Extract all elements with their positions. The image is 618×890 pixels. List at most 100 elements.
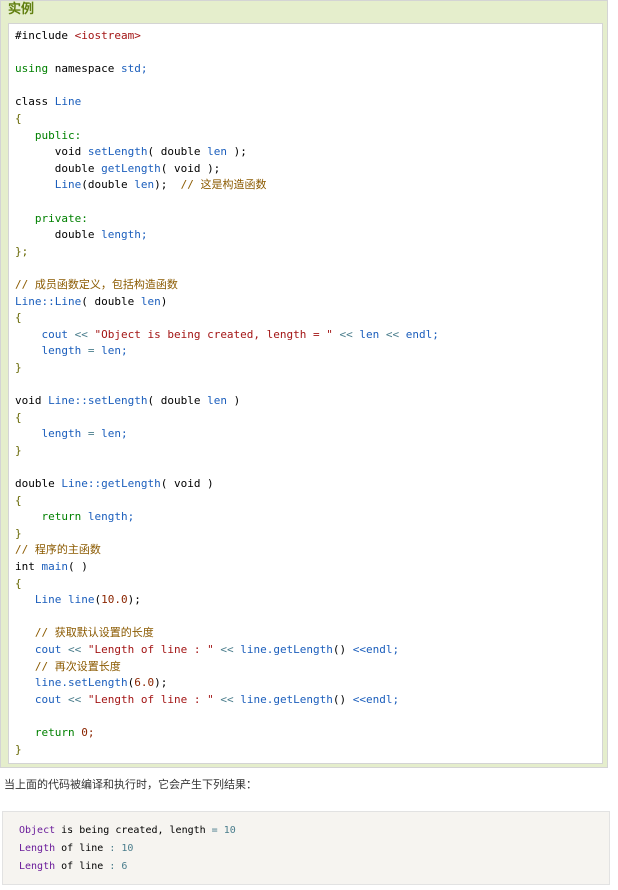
- code-token: line.getLength: [240, 642, 333, 656]
- code-token: endl;: [405, 327, 439, 341]
- code-token: Line::Line: [15, 294, 82, 308]
- code-line: {: [15, 410, 439, 427]
- code-token: );: [154, 676, 168, 690]
- code-token: (): [332, 642, 353, 656]
- code-token: {: [15, 111, 22, 125]
- code-token: main: [41, 560, 69, 573]
- code-token: <<: [213, 692, 241, 706]
- code-token: (double: [81, 178, 135, 192]
- code-token: ( double: [147, 394, 208, 408]
- code-token: );: [226, 145, 247, 159]
- code-token: 10: [121, 843, 134, 854]
- code-line: // 获取默认设置的长度: [15, 625, 439, 642]
- code-line: }: [15, 526, 439, 543]
- code-token: <iostream>: [74, 29, 141, 42]
- code-line: using namespace std;: [15, 61, 439, 78]
- code-token: );: [127, 593, 141, 607]
- code-token: len: [134, 178, 155, 192]
- code-token: Line::setLength: [48, 394, 148, 408]
- code-token: <<: [67, 642, 88, 656]
- code-token: {: [15, 493, 22, 507]
- code-token: line: [67, 593, 95, 607]
- code-token: =: [87, 344, 102, 358]
- code-token: len: [207, 145, 227, 159]
- example-title: 实例: [8, 1, 35, 16]
- code-token: is being created, length: [61, 825, 212, 836]
- code-line: }: [15, 360, 439, 377]
- code-token: };: [15, 244, 29, 258]
- code-token: :: [109, 843, 122, 854]
- code-token: public:: [34, 128, 82, 142]
- code-token: class: [15, 95, 55, 109]
- code-line: private:: [15, 211, 439, 228]
- code-line: length = len;: [15, 343, 439, 360]
- code-line: {: [15, 310, 439, 327]
- code-panel[interactable]: #include <iostream> using namespace std;…: [8, 23, 603, 764]
- code-token: "Length of line : ": [87, 692, 214, 706]
- code-line: #include <iostream>: [15, 28, 439, 45]
- code-line: {: [15, 493, 439, 510]
- output-line: Length of line : 6: [19, 858, 236, 876]
- output-box[interactable]: Object is being created, length = 10 Leng…: [2, 811, 610, 885]
- code-line: class Line: [15, 94, 439, 111]
- code-token: using: [15, 62, 55, 76]
- code-token: ( void ): [160, 477, 214, 491]
- code-token: namespace: [54, 62, 121, 76]
- code-token: ( ): [68, 560, 88, 573]
- code-token: // 获取默认设置的长度: [34, 626, 154, 640]
- code-line: void Line::setLength( double len ): [15, 393, 439, 410]
- code-line: // 程序的主函数: [15, 542, 439, 559]
- code-line: return 0;: [15, 725, 439, 742]
- code-token: 6: [121, 861, 128, 872]
- code-token: Line: [54, 178, 82, 192]
- code-token: len: [359, 327, 386, 341]
- code-token: void: [15, 394, 49, 408]
- code-line: public:: [15, 128, 439, 145]
- output-lines: Object is being created, length = 10 Leng…: [19, 822, 236, 876]
- code-line: line.setLength(6.0);: [15, 675, 439, 692]
- code-line: // 成员函数定义，包括构造函数: [15, 277, 439, 294]
- result-description: 当上面的代码被编译和执行时，它会产生下列结果：: [4, 779, 257, 791]
- code-line: double length;: [15, 227, 439, 244]
- code-token: }: [15, 443, 22, 457]
- code-token: {: [15, 311, 22, 325]
- code-token: ( double: [81, 294, 141, 308]
- code-token: );: [154, 178, 181, 192]
- code-token: }: [15, 742, 22, 756]
- code-line: return length;: [15, 509, 439, 526]
- code-line: length = len;: [15, 426, 439, 443]
- code-token: int: [15, 560, 42, 573]
- code-line: Line::Line( double len): [15, 294, 439, 311]
- code-token: #include: [15, 29, 75, 42]
- code-token: return: [15, 725, 82, 739]
- code-line: double Line::getLength( void ): [15, 476, 439, 493]
- code-token: double: [15, 477, 62, 491]
- code-token: len: [207, 394, 234, 408]
- code-token: // 程序的主函数: [15, 543, 101, 557]
- code-line: }: [15, 742, 439, 759]
- code-line: void setLength( double len );: [15, 144, 439, 161]
- code-token: len;: [101, 344, 128, 358]
- code-line: // 再次设置长度: [15, 659, 439, 676]
- code-line: }: [15, 443, 439, 460]
- code-token: "Object is being created, length = ": [94, 327, 333, 341]
- code-token: Line: [15, 593, 68, 607]
- code-token: double: [15, 161, 102, 175]
- code-token: line.setLength: [15, 676, 128, 690]
- code-token: Length: [19, 843, 62, 854]
- code-token: <<endl;: [352, 692, 400, 706]
- code-line: Line line(10.0);: [15, 592, 439, 609]
- code-token: 0;: [81, 725, 95, 739]
- code-token: len;: [101, 427, 128, 441]
- code-token: Object: [19, 825, 62, 836]
- code-line: cout << "Length of line : " << line.getL…: [15, 642, 439, 659]
- code-token: cout: [15, 692, 68, 706]
